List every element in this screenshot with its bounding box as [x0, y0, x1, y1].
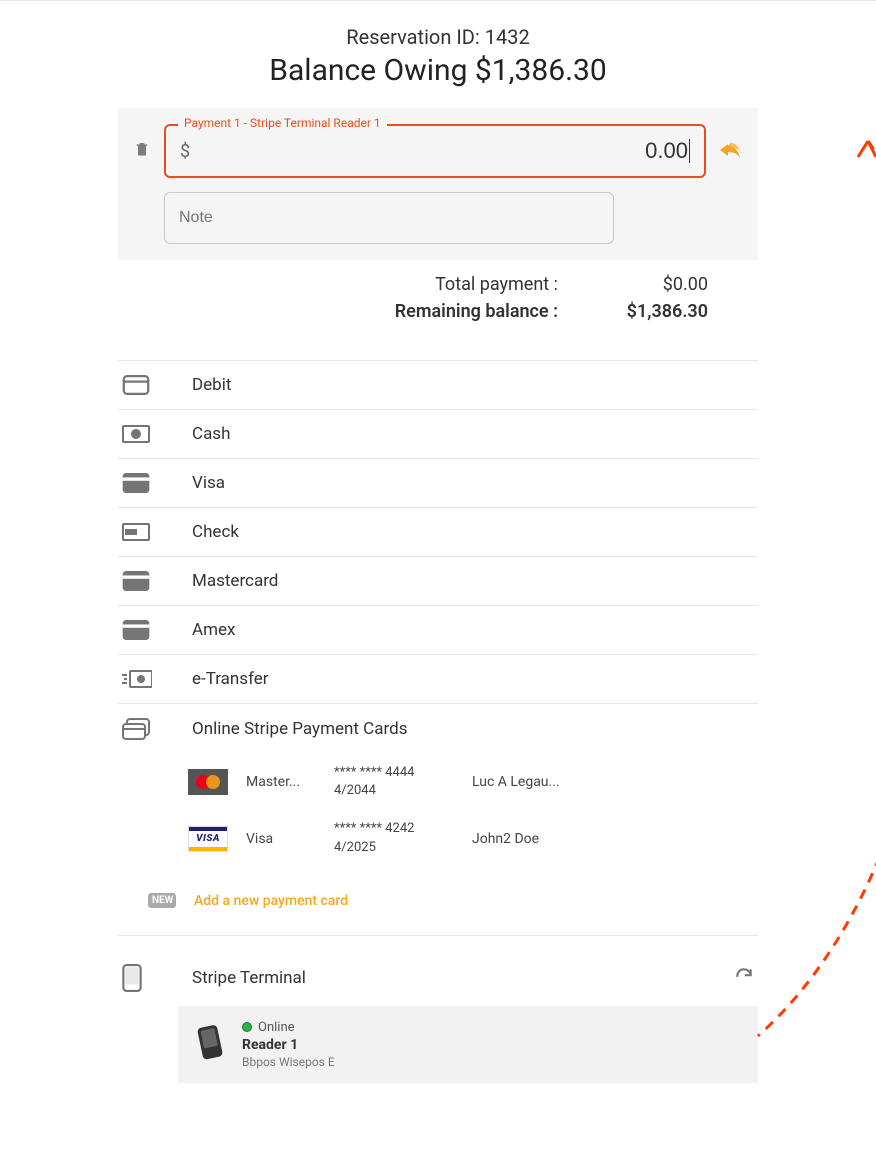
- remaining-balance-row: Remaining balance : $1,386.30: [118, 301, 758, 322]
- terminal-reader-card[interactable]: Online Reader 1 Bbpos Wisepos E: [178, 1006, 758, 1083]
- currency-symbol: $: [180, 141, 190, 162]
- saved-card-visa[interactable]: VISA Visa **** **** 4242 4/2025 John2 Do…: [188, 810, 758, 866]
- card-outline-icon: [122, 375, 168, 395]
- terminal-device-icon: [122, 964, 168, 992]
- method-check[interactable]: Check: [118, 508, 758, 557]
- online-cards-header: Online Stripe Payment Cards: [118, 704, 758, 754]
- reader-status: Online: [242, 1020, 335, 1035]
- method-debit[interactable]: Debit: [118, 360, 758, 410]
- new-badge: NEW: [148, 893, 176, 908]
- mastercard-logo-icon: [188, 769, 228, 795]
- card-solid-icon: [122, 571, 168, 591]
- status-online-dot-icon: [242, 1022, 252, 1032]
- amount-field-label: Payment 1 - Stripe Terminal Reader 1: [178, 116, 387, 130]
- payment-method-list: Debit Cash Visa Check Mastercard: [118, 360, 758, 1083]
- refresh-terminals-icon[interactable]: [734, 966, 754, 990]
- annotation-arrow: [738, 131, 876, 1051]
- reader-model: Bbpos Wisepos E: [242, 1055, 335, 1069]
- method-mastercard[interactable]: Mastercard: [118, 557, 758, 606]
- stripe-terminal-header: Stripe Terminal: [118, 950, 758, 1006]
- delete-payment-icon[interactable]: [134, 140, 152, 162]
- balance-owing: Balance Owing $1,386.30: [118, 53, 758, 88]
- card-solid-icon: [122, 473, 168, 493]
- method-cash[interactable]: Cash: [118, 410, 758, 459]
- reservation-id: Reservation ID: 1432: [118, 25, 758, 49]
- autofill-balance-icon[interactable]: [718, 139, 742, 163]
- text-caret: [689, 139, 690, 163]
- method-etransfer[interactable]: e-Transfer: [118, 655, 758, 704]
- amount-fieldset: Payment 1 - Stripe Terminal Reader 1 $: [164, 124, 706, 178]
- amount-input[interactable]: [190, 138, 688, 164]
- method-amex[interactable]: Amex: [118, 606, 758, 655]
- payment-entry-card: Payment 1 - Stripe Terminal Reader 1 $: [118, 108, 758, 260]
- cards-stack-icon: [122, 718, 168, 740]
- reader-name: Reader 1: [242, 1037, 335, 1053]
- method-visa[interactable]: Visa: [118, 459, 758, 508]
- etransfer-icon: [122, 670, 168, 688]
- check-icon: [122, 523, 168, 541]
- reader-device-icon: [194, 1022, 228, 1066]
- cash-icon: [122, 425, 168, 443]
- note-input[interactable]: [164, 192, 614, 244]
- visa-logo-icon: VISA: [188, 826, 228, 852]
- add-payment-card-button[interactable]: NEW Add a new payment card: [118, 867, 758, 936]
- saved-card-mastercard[interactable]: Master... **** **** 4444 4/2044 Luc A Le…: [188, 754, 758, 810]
- total-payment-row: Total payment : $0.00: [118, 274, 758, 295]
- card-solid-icon: [122, 620, 168, 640]
